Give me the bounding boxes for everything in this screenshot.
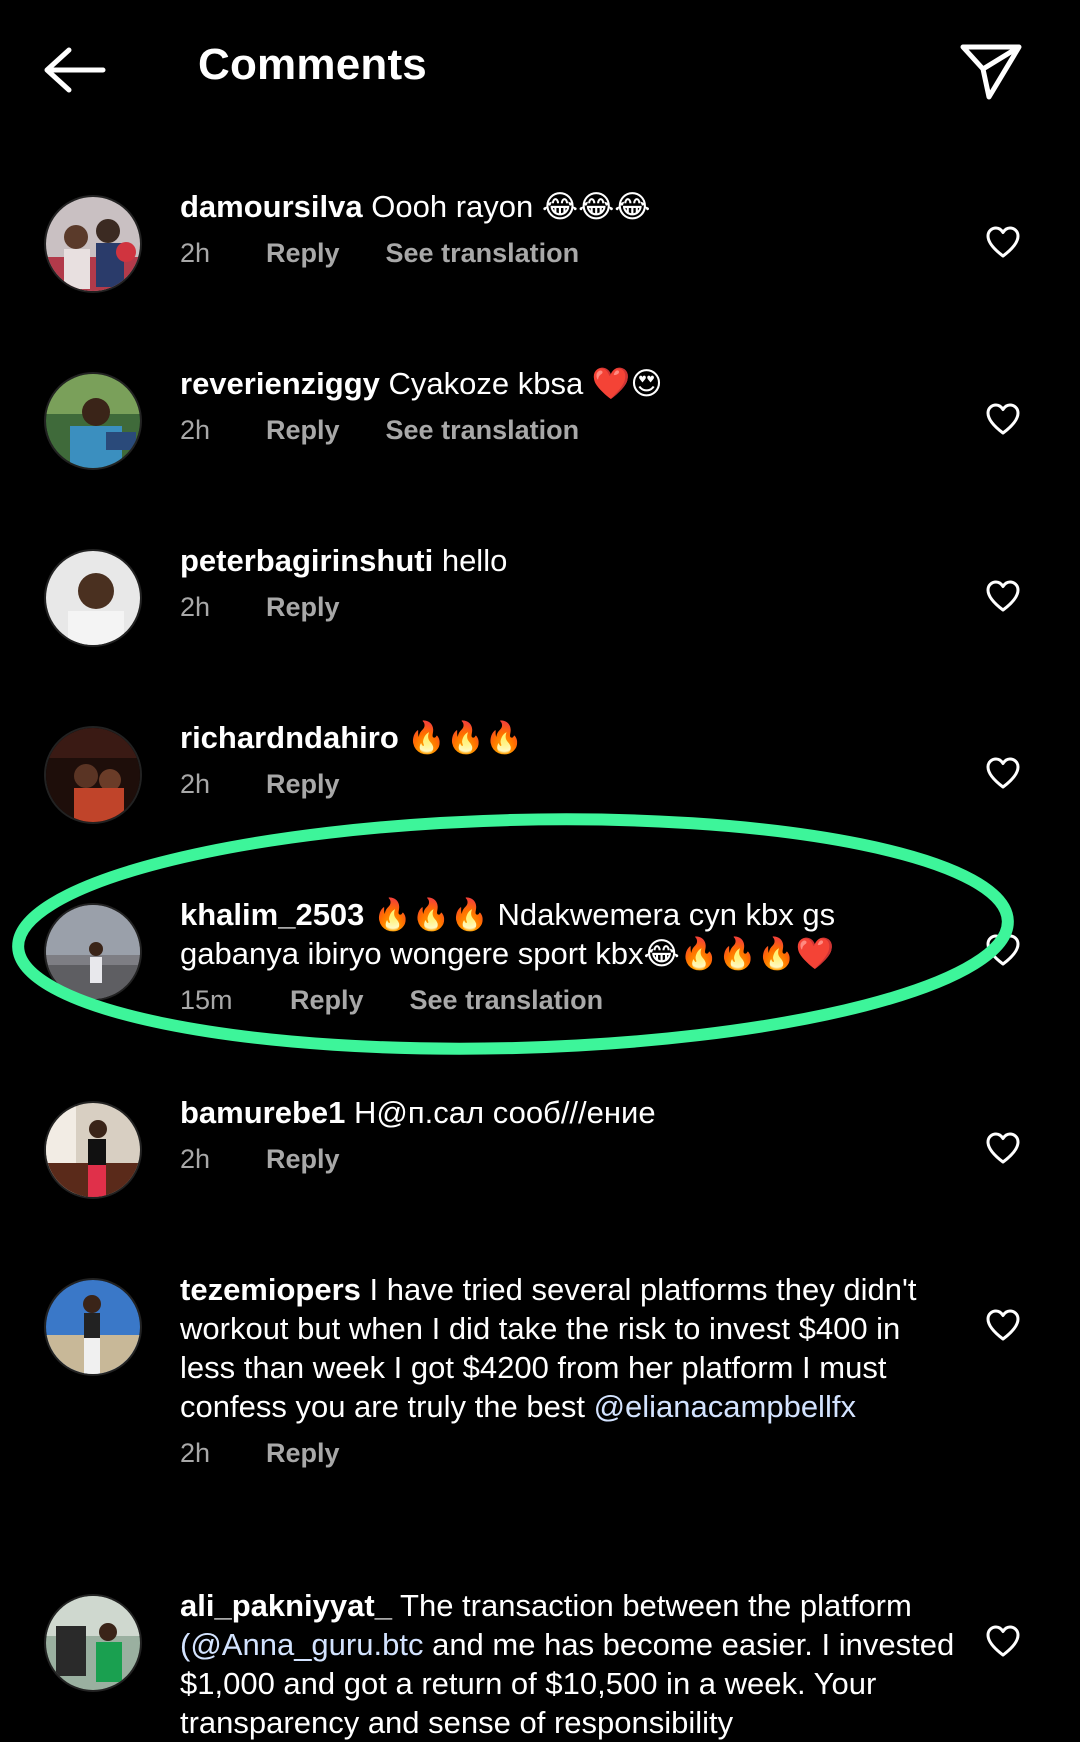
reply-button[interactable]: Reply bbox=[266, 769, 340, 800]
comment-time: 2h bbox=[180, 238, 211, 268]
comment-text: hello bbox=[441, 543, 508, 578]
comment-text: 🔥🔥🔥 bbox=[407, 720, 524, 755]
see-translation-button[interactable]: See translation bbox=[410, 985, 604, 1016]
reply-button[interactable]: Reply bbox=[266, 238, 340, 269]
reply-button[interactable]: Reply bbox=[266, 592, 340, 623]
arrow-left-icon bbox=[44, 47, 106, 93]
avatar[interactable] bbox=[44, 372, 142, 470]
avatar[interactable] bbox=[44, 1594, 142, 1692]
comment-username[interactable]: ali_pakniyyat_ bbox=[180, 1588, 392, 1623]
comment-time: 2h bbox=[180, 592, 211, 622]
reply-button[interactable]: Reply bbox=[266, 415, 340, 446]
heart-icon[interactable] bbox=[985, 579, 1021, 613]
comment-time: 2h bbox=[180, 769, 211, 799]
heart-icon[interactable] bbox=[985, 1131, 1021, 1165]
heart-icon[interactable] bbox=[985, 402, 1021, 436]
paper-plane-icon bbox=[960, 44, 1022, 100]
avatar[interactable] bbox=[44, 903, 142, 1001]
page-title: Comments bbox=[198, 40, 427, 89]
comment-time: 2h bbox=[180, 1438, 211, 1468]
comment-text: Н@п.сал сооб///ение bbox=[354, 1095, 656, 1130]
comment-username[interactable]: tezemiopers bbox=[180, 1272, 361, 1307]
comment-username[interactable]: damoursilva bbox=[180, 189, 363, 224]
heart-icon[interactable] bbox=[985, 756, 1021, 790]
avatar[interactable] bbox=[44, 195, 142, 293]
comment-text: Cyakoze kbsa ❤️😍 bbox=[388, 366, 663, 401]
avatar[interactable] bbox=[44, 1101, 142, 1199]
reply-button[interactable]: Reply bbox=[290, 985, 364, 1016]
avatar[interactable] bbox=[44, 549, 142, 647]
reply-button[interactable]: Reply bbox=[266, 1438, 340, 1469]
comment-time: 15m bbox=[180, 985, 233, 1015]
avatar[interactable] bbox=[44, 726, 142, 824]
comment-username[interactable]: bamurebe1 bbox=[180, 1095, 345, 1130]
comment-time: 2h bbox=[180, 415, 211, 445]
comment-mention[interactable]: (@Anna_guru.btc bbox=[180, 1627, 423, 1662]
heart-icon[interactable] bbox=[985, 1308, 1021, 1342]
comment-mention[interactable]: @elianacampbellfx bbox=[594, 1389, 856, 1424]
see-translation-button[interactable]: See translation bbox=[386, 415, 580, 446]
comment-text: The transaction between the platform bbox=[400, 1588, 912, 1623]
heart-icon[interactable] bbox=[985, 225, 1021, 259]
avatar[interactable] bbox=[44, 1278, 142, 1376]
header-bar: Comments bbox=[0, 0, 1080, 150]
comment-username[interactable]: khalim_2503 bbox=[180, 897, 364, 932]
heart-icon[interactable] bbox=[985, 933, 1021, 967]
back-button[interactable] bbox=[40, 42, 110, 98]
comment-username[interactable]: peterbagirinshuti bbox=[180, 543, 433, 578]
comment-text: Oooh rayon 😂😂😂 bbox=[371, 189, 651, 224]
comment-username[interactable]: reverienziggy bbox=[180, 366, 380, 401]
comment-time: 2h bbox=[180, 1144, 211, 1174]
heart-icon[interactable] bbox=[985, 1624, 1021, 1658]
share-button[interactable] bbox=[955, 38, 1027, 106]
reply-button[interactable]: Reply bbox=[266, 1144, 340, 1175]
comment-username[interactable]: richardndahiro bbox=[180, 720, 399, 755]
see-translation-button[interactable]: See translation bbox=[386, 238, 580, 269]
